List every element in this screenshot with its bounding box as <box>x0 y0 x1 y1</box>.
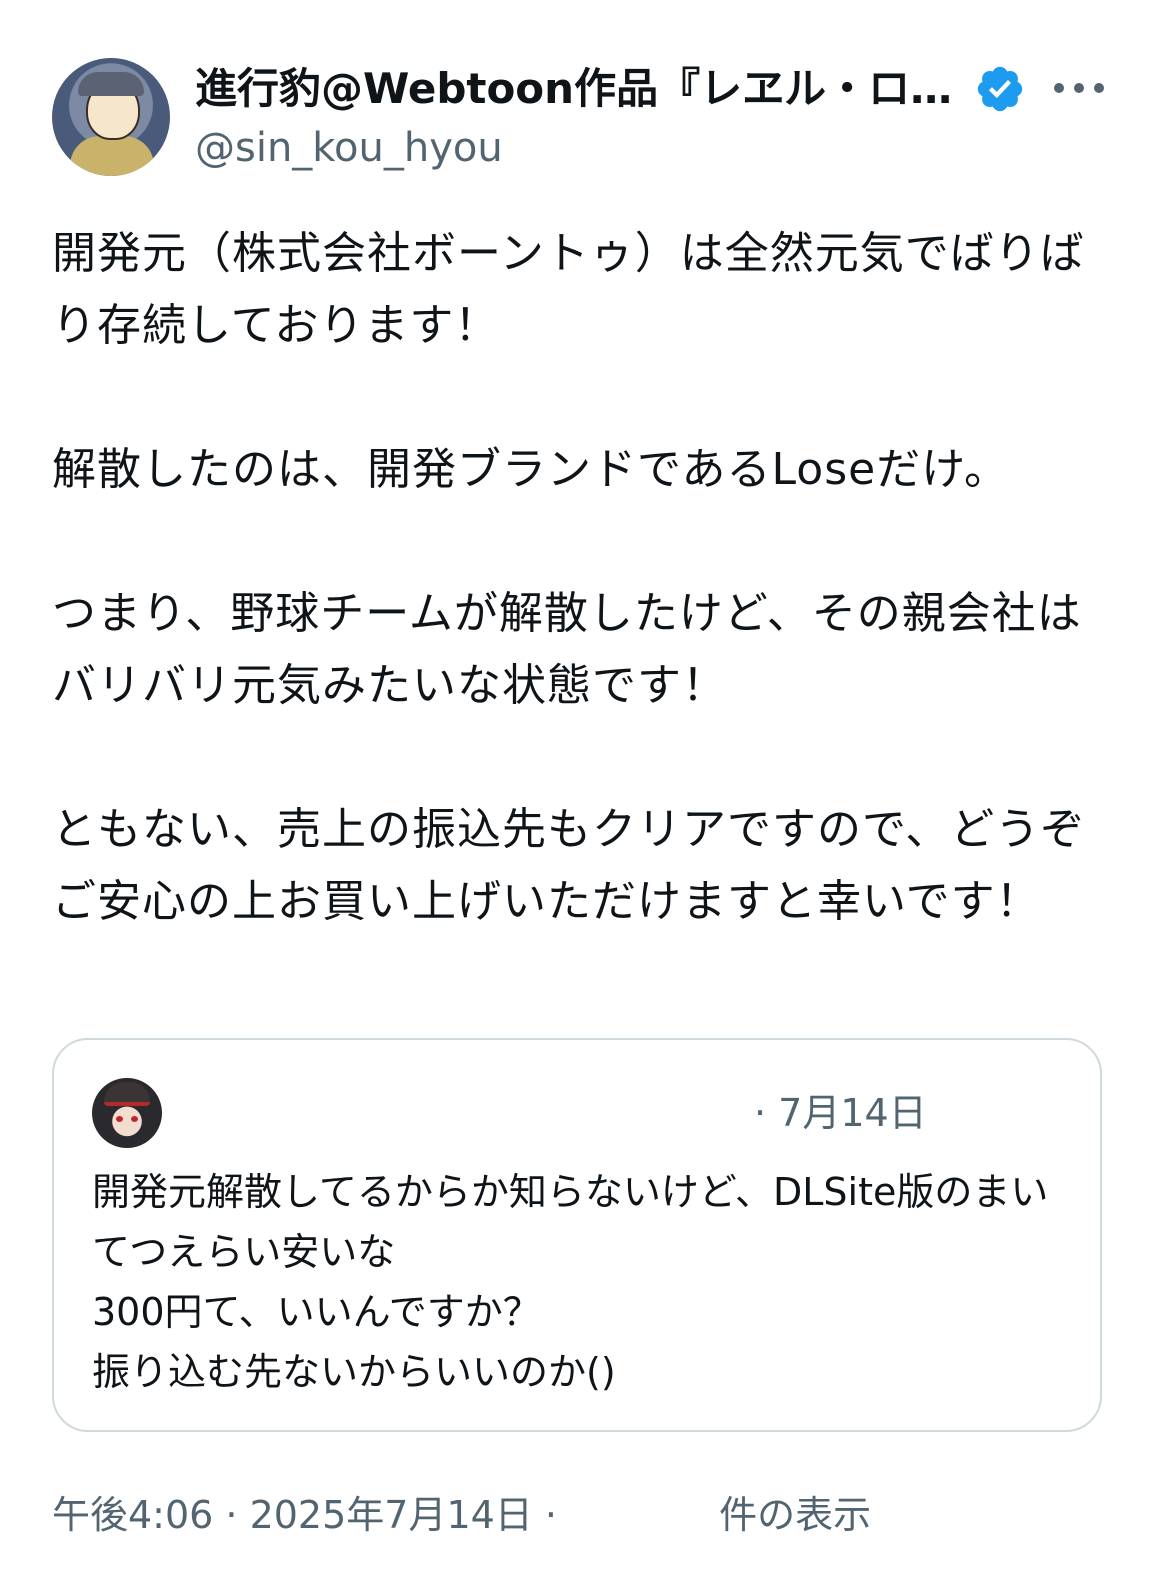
author-display-name[interactable]: 進行豹@Webtoon作品『レヱル・ロ... <box>195 62 955 116</box>
avatar-hat <box>104 1082 150 1106</box>
author-avatar[interactable] <box>52 58 170 176</box>
quoted-text: 開発元解散してるからか知らないけど、DLSite版のまいてつえらい安いな 300… <box>92 1170 1049 1394</box>
more-dots-icon[interactable] <box>1054 68 1104 108</box>
avatar-eye <box>131 1116 138 1122</box>
timestamp[interactable]: 午後4:06 · 2025年7月14日 · <box>52 1493 557 1537</box>
quoted-tweet[interactable]: · 7月14日 開発元解散してるからか知らないけど、DLSite版のまいてつえら… <box>52 1038 1102 1432</box>
views-label[interactable]: 件の表示 <box>719 1490 871 1540</box>
dot <box>1054 83 1064 93</box>
avatar-eye <box>116 1116 123 1122</box>
author-handle[interactable]: @sin_kou_hyou <box>195 122 503 174</box>
quoted-date[interactable]: · 7月14日 <box>754 1088 927 1138</box>
tweet: 進行豹@Webtoon作品『レヱル・ロ... @sin_kou_hyou 開発元… <box>0 0 1170 1585</box>
dot <box>1094 83 1104 93</box>
tweet-meta: 午後4:06 · 2025年7月14日 · 件の表示 <box>52 1490 871 1540</box>
dot <box>1074 83 1084 93</box>
tweet-text: 開発元（株式会社ボーントゥ）は全然元気でばりばり存続しております！ 解散したのは… <box>52 228 1086 927</box>
avatar-body <box>70 136 154 176</box>
quoted-author-avatar[interactable] <box>92 1078 162 1148</box>
avatar-cap <box>78 72 144 96</box>
verified-badge-icon <box>977 66 1023 112</box>
